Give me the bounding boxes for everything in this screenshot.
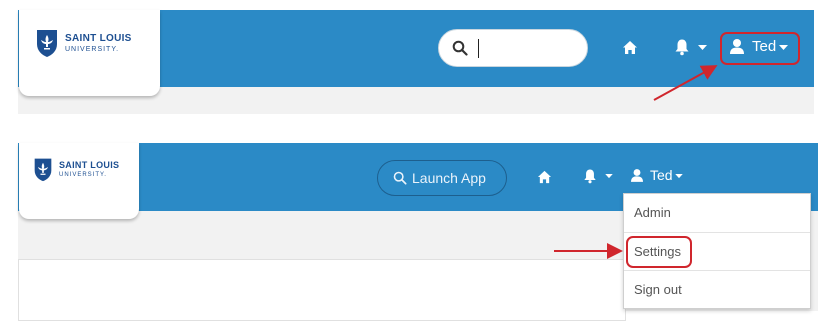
annotation-arrows [554,65,718,259]
arrow-to-user-menu [653,65,718,101]
